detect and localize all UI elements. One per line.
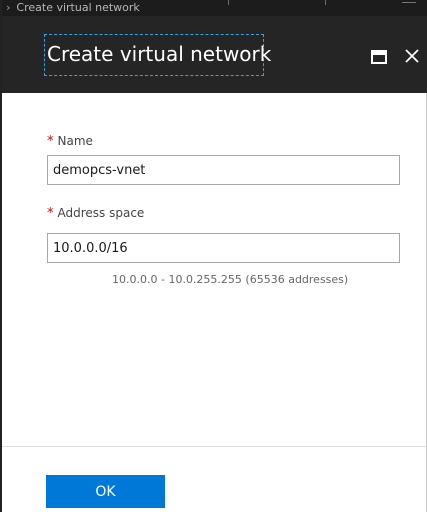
breadcrumb-divider (228, 0, 229, 5)
required-marker: * (47, 134, 54, 149)
name-input[interactable] (47, 155, 400, 185)
ok-button[interactable]: OK (46, 475, 165, 508)
breadcrumb-item-create-virtual-network[interactable]: Create virtual network (16, 1, 139, 14)
maximize-icon[interactable] (371, 49, 387, 64)
name-label-text: Name (57, 134, 93, 148)
minimize-mark (402, 2, 416, 3)
breadcrumb: › Create virtual network (2, 0, 427, 16)
blade-window: › Create virtual network Create virtual n… (0, 0, 427, 512)
blade-title: Create virtual network (44, 34, 271, 76)
address-space-label: * Address space (47, 206, 144, 221)
close-icon[interactable] (404, 48, 420, 64)
required-marker: * (47, 206, 54, 221)
address-range-hint: 10.0.0.0 - 10.0.255.255 (65536 addresses… (112, 273, 349, 286)
name-label: * Name (47, 134, 93, 149)
footer-divider (2, 446, 427, 447)
address-space-label-text: Address space (57, 206, 145, 220)
chevron-right-icon: › (6, 1, 11, 14)
breadcrumb-divider (325, 0, 326, 5)
blade-header: Create virtual network (2, 16, 427, 93)
address-space-input[interactable] (47, 233, 400, 263)
